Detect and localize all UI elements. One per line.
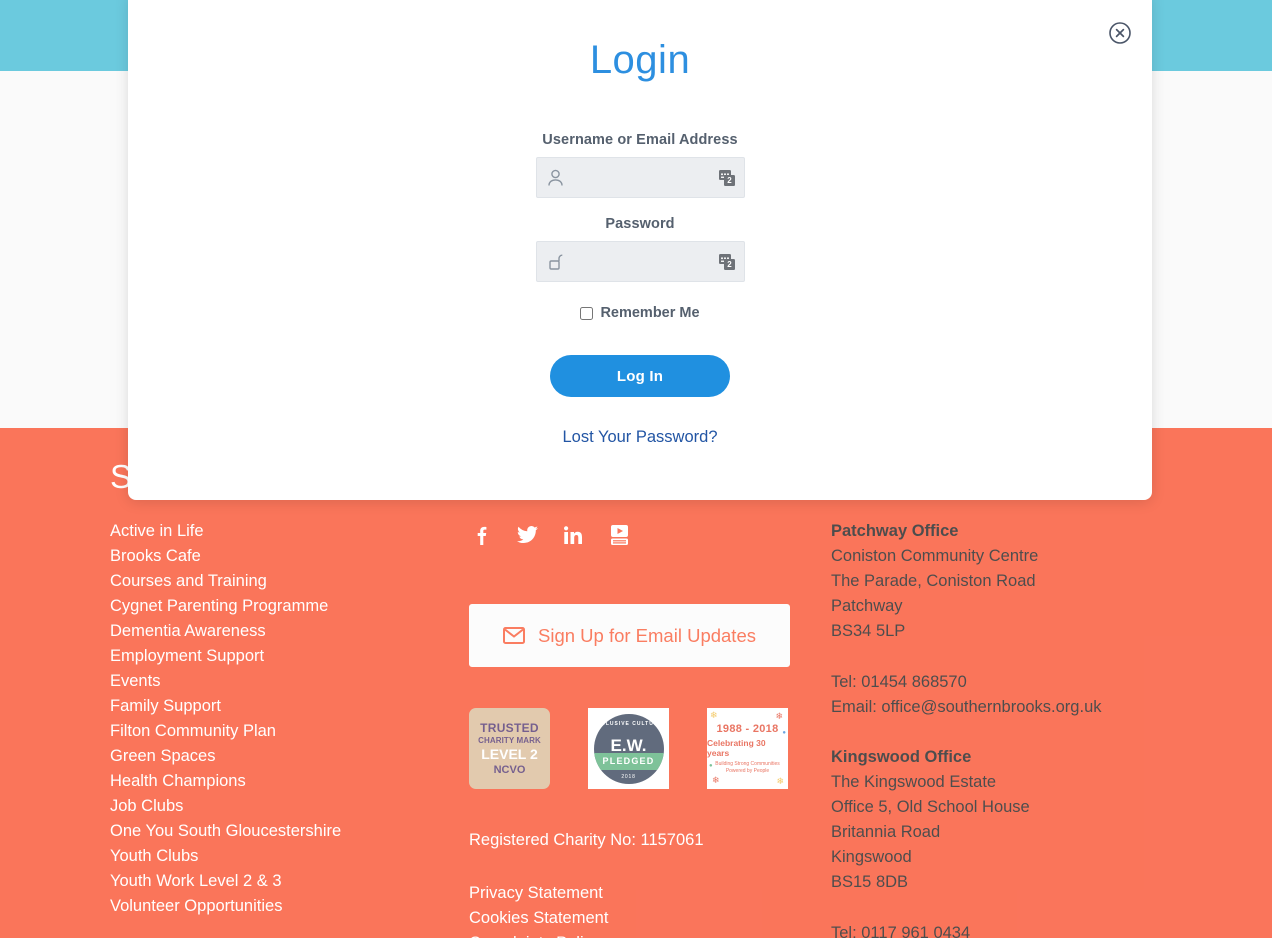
password-manager-icon[interactable]: 2	[717, 252, 737, 272]
remember-me-label[interactable]: Remember Me	[600, 305, 699, 321]
user-icon	[547, 169, 564, 187]
login-submit-button[interactable]: Log In	[550, 355, 730, 397]
password-field-label: Password	[605, 216, 675, 232]
svg-text:2: 2	[727, 260, 732, 269]
password-manager-icon[interactable]: 2	[717, 168, 737, 188]
page-title: Login	[589, 38, 691, 82]
username-field-label: Username or Email Address	[542, 132, 738, 148]
password-field-wrapper: 2	[535, 241, 745, 282]
login-form: Username or Email Address 2 Password 2 R…	[128, 132, 1152, 447]
remember-me-checkbox[interactable]	[580, 306, 594, 320]
username-input[interactable]	[572, 158, 703, 197]
svg-text:2: 2	[727, 176, 732, 185]
login-modal: Login Username or Email Address 2 Passwo…	[128, 0, 1152, 500]
password-input[interactable]	[572, 242, 703, 281]
username-field-wrapper: 2	[535, 157, 745, 198]
unlocked-padlock-icon	[547, 253, 564, 271]
remember-me-row: Remember Me	[128, 305, 1152, 321]
lost-password-link[interactable]: Lost Your Password?	[128, 428, 1152, 447]
page-root: SOUTHERN BROOKS Services Active in Life …	[0, 0, 1272, 938]
